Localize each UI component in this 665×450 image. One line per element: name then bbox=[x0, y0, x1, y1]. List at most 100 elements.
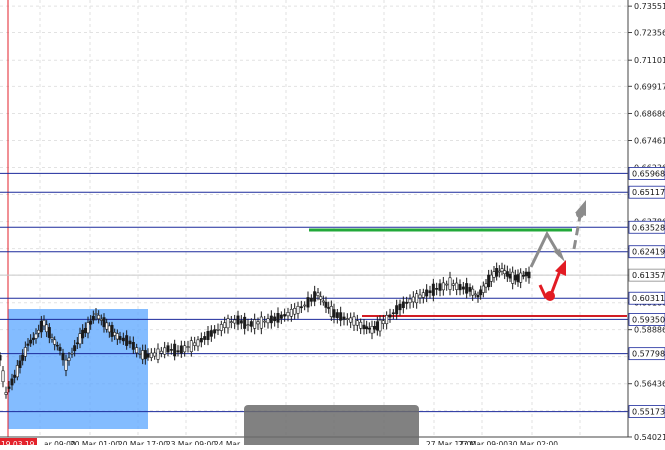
candle-body bbox=[428, 290, 432, 294]
candle-body bbox=[55, 344, 59, 347]
candle-body bbox=[209, 330, 213, 337]
candle-body bbox=[86, 322, 90, 334]
candle-body bbox=[47, 327, 51, 338]
candle-body bbox=[335, 312, 339, 318]
candle-body bbox=[505, 271, 509, 277]
bearish-scenario-arrows bbox=[538, 260, 566, 301]
candle-body bbox=[199, 338, 203, 343]
candle-body bbox=[91, 315, 95, 321]
candle-body bbox=[279, 314, 283, 319]
level-label: 0.62419 bbox=[632, 248, 665, 257]
candle-body bbox=[391, 312, 395, 315]
candle-body bbox=[359, 321, 363, 329]
candle-body bbox=[465, 283, 469, 294]
candle-body bbox=[473, 293, 477, 296]
candle-body bbox=[458, 284, 462, 291]
candle-body bbox=[159, 350, 163, 354]
candle-body bbox=[455, 282, 459, 290]
candle-body bbox=[431, 283, 435, 296]
candle-body bbox=[107, 325, 111, 333]
candle-body bbox=[23, 347, 27, 357]
candle-body bbox=[495, 268, 499, 277]
level-label: 0.55173 bbox=[632, 408, 665, 417]
candle-body bbox=[468, 287, 472, 292]
candle-body bbox=[29, 339, 33, 344]
candle-body bbox=[135, 347, 139, 354]
candle-body bbox=[411, 296, 415, 303]
candle-body bbox=[176, 350, 180, 353]
price-chart[interactable]: 0.73551 0.72356 0.71101 0.69917 0.68686 0.674… bbox=[0, 0, 665, 450]
candle-body bbox=[441, 282, 445, 291]
candle-body bbox=[163, 347, 167, 355]
candle-body bbox=[516, 274, 520, 283]
candle-body bbox=[239, 320, 243, 324]
candle-body bbox=[193, 342, 197, 346]
candle-body bbox=[13, 374, 17, 378]
level-label: 0.60311 bbox=[632, 294, 665, 303]
watermark: instaforex bbox=[244, 405, 419, 450]
candle-body bbox=[81, 329, 85, 339]
candle-body bbox=[45, 324, 49, 333]
candle-body bbox=[381, 320, 385, 324]
candle-body bbox=[511, 271, 515, 284]
candle-body bbox=[513, 274, 517, 281]
candle-body bbox=[105, 322, 109, 330]
price-tick-label: 0.54021 bbox=[634, 433, 665, 442]
candle-body bbox=[233, 319, 237, 324]
candle-body bbox=[203, 336, 207, 340]
candle-body bbox=[362, 324, 366, 330]
price-tick-label: 0.58886 bbox=[634, 326, 665, 335]
candle-body bbox=[97, 314, 101, 320]
candle-body bbox=[476, 295, 480, 298]
candle-body bbox=[263, 320, 267, 323]
candle-body bbox=[37, 329, 41, 334]
candle-body bbox=[118, 336, 122, 340]
candle-body bbox=[378, 319, 382, 332]
candle-body bbox=[61, 352, 65, 361]
candle-body bbox=[266, 318, 270, 324]
candle-body bbox=[149, 352, 153, 358]
candle-body bbox=[21, 354, 25, 361]
chart-canvas[interactable]: 0.73551 0.72356 0.71101 0.69917 0.68686 0.674… bbox=[0, 0, 665, 450]
gray-arrowhead-icon bbox=[553, 249, 565, 262]
candle-body bbox=[324, 301, 328, 308]
candle-body bbox=[365, 326, 369, 330]
level-label: 0.59350 bbox=[632, 315, 665, 324]
candle-body bbox=[492, 271, 496, 278]
candle-body bbox=[94, 313, 98, 315]
time-label: 30 Mar 02:00 bbox=[508, 440, 558, 445]
time-label: 20 Mar 17:00 bbox=[118, 440, 168, 445]
candle-body bbox=[31, 337, 35, 340]
candle-body bbox=[216, 329, 220, 331]
candle-body bbox=[519, 272, 523, 283]
candle-body bbox=[303, 304, 307, 307]
candle-body bbox=[75, 342, 79, 345]
candle-body bbox=[401, 301, 405, 308]
candle-body bbox=[289, 309, 293, 317]
candle-body bbox=[213, 329, 217, 334]
candle-body bbox=[269, 315, 273, 324]
candle-body bbox=[7, 386, 11, 389]
candle-body bbox=[316, 292, 320, 296]
candle-body bbox=[286, 312, 290, 317]
candle-body bbox=[345, 318, 349, 320]
candle-body bbox=[89, 320, 93, 325]
candle-body bbox=[42, 319, 46, 327]
candle-body bbox=[355, 320, 359, 326]
candle-body bbox=[370, 326, 374, 334]
candle-body bbox=[497, 270, 501, 273]
candle-body bbox=[4, 392, 8, 395]
candle-body bbox=[299, 306, 303, 309]
candle-body bbox=[385, 315, 389, 325]
candle-body bbox=[53, 339, 57, 345]
candle-body bbox=[451, 283, 455, 286]
candle-body bbox=[398, 303, 402, 311]
candle-body bbox=[276, 313, 280, 323]
candle-body bbox=[39, 320, 43, 333]
candle-body bbox=[50, 337, 54, 340]
candle-body bbox=[249, 321, 253, 327]
candle-body bbox=[143, 350, 147, 360]
candle-body bbox=[367, 327, 371, 330]
candle-body bbox=[421, 292, 425, 298]
candle-body bbox=[524, 271, 528, 277]
